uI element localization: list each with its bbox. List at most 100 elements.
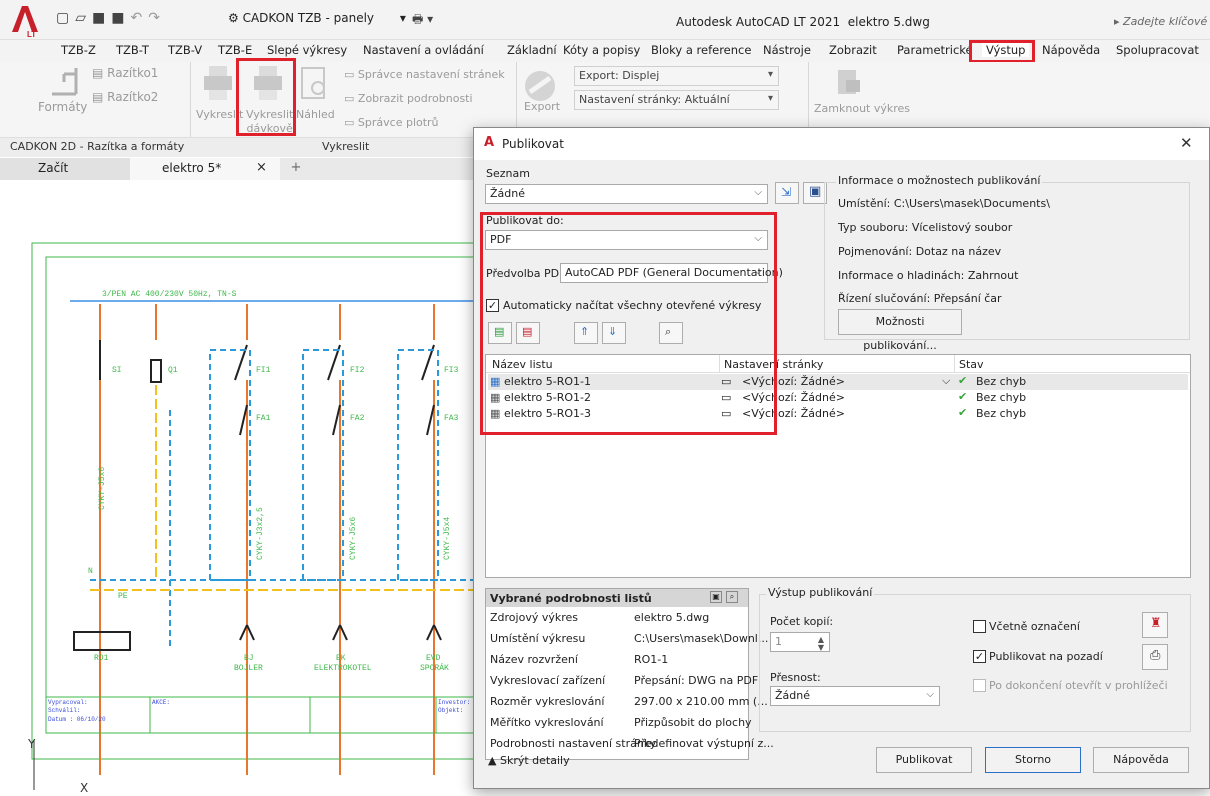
check-icon: ✔: [958, 406, 968, 419]
precision-combo[interactable]: Žádné ⌵: [770, 686, 940, 706]
stamp-investor: Investor:: [438, 699, 470, 706]
col-stav[interactable]: Stav: [959, 358, 984, 371]
hide-details-toggle[interactable]: ▲ Skrýt detaily: [488, 754, 570, 767]
seznam-combo[interactable]: Žádné ⌵: [485, 184, 768, 204]
include-stamp-checkbox[interactable]: [973, 620, 986, 633]
dialog-close-button[interactable]: ✕: [1180, 134, 1193, 152]
tab-koty[interactable]: Kóty a popisy: [563, 43, 640, 57]
tab-elektro5[interactable]: elektro 5* ×: [130, 158, 280, 180]
stamp-akce: AKCE:: [152, 699, 170, 706]
supply-label: 3/PEN AC 400/230V 50Hz, TN-S: [102, 290, 237, 299]
autocad-logo[interactable]: LT: [10, 4, 40, 39]
label-fa2: FA2: [350, 414, 365, 423]
details-preview-icon[interactable]: ⌕: [726, 591, 738, 603]
label-q1: Q1: [168, 366, 178, 375]
razitko2-button[interactable]: ▤ Razítko2: [92, 90, 158, 104]
tab-nastroje[interactable]: Nástroje: [763, 43, 811, 57]
spravce-plotru-button[interactable]: ▭ Správce plotrů: [344, 116, 439, 129]
tab-start[interactable]: Začít: [0, 158, 130, 180]
tab-zakladni[interactable]: Základní: [507, 43, 557, 57]
stamp-settings-button[interactable]: ♜: [1142, 612, 1168, 638]
info-pojmenovani: Pojmenování: Dotaz na název: [838, 245, 1002, 258]
cable-label-1: CYKY-J5x6: [98, 467, 107, 510]
undo-icon[interactable]: ↶: [130, 10, 148, 26]
autocad-logo-icon: A: [484, 135, 495, 150]
frame-inner: [45, 256, 480, 734]
label-ro1: RO1: [94, 654, 109, 663]
gear-icon: ⚙: [228, 11, 239, 25]
panel-title-cadkon: CADKON 2D - Razítka a formáty: [10, 140, 185, 153]
export-file-button[interactable]: ⎙: [1142, 644, 1168, 670]
tab-zobrazit[interactable]: Zobrazit: [829, 43, 877, 57]
load-list-button[interactable]: ⇲: [775, 182, 799, 204]
page-setup-combo[interactable]: Nastavení stránky: Aktuální ▾: [574, 90, 779, 110]
quick-access-toolbar[interactable]: ▢▱■■↶↷: [56, 10, 166, 26]
export-button[interactable]: Export: [524, 100, 560, 113]
cable-label-4: CYKY-J5x4: [443, 517, 452, 560]
chevron-down-icon[interactable]: ⌵: [942, 374, 950, 388]
stamp-schvalil: Schválil:: [48, 707, 80, 714]
label-pe: PE: [118, 592, 128, 601]
razitko1-button[interactable]: ▤ Razítko1: [92, 66, 158, 80]
new-icon[interactable]: ▢: [56, 10, 75, 26]
export-combo[interactable]: Export: Displej ▾: [574, 66, 779, 86]
redo-icon[interactable]: ↷: [148, 10, 166, 26]
details-view-icon[interactable]: ▣: [710, 591, 722, 603]
stamp-datum: Datum : 06/10/20: [48, 716, 106, 723]
tab-tzb-z[interactable]: TZB-Z: [61, 43, 96, 57]
open-viewer-checkbox[interactable]: [973, 679, 986, 692]
tab-tzb-v[interactable]: TZB-V: [168, 43, 202, 57]
cancel-button[interactable]: Storno: [985, 747, 1081, 773]
plot-quick-icon[interactable]: 🖶 ▾: [412, 10, 433, 31]
highlight-vystup-tab: [969, 40, 1035, 63]
label-si: SI: [112, 366, 122, 375]
stamp-objekt: Objekt:: [438, 707, 463, 714]
tab-nastaveni[interactable]: Nastavení a ovládání: [363, 43, 484, 57]
publish-options-button[interactable]: Možnosti publikování...: [838, 309, 962, 352]
open-icon[interactable]: ▱: [75, 10, 92, 26]
cable-label-3: CYKY-J5x6: [349, 517, 358, 560]
chevron-down-icon: ⌵: [926, 689, 934, 700]
tab-tzb-t[interactable]: TZB-T: [116, 43, 149, 57]
detail-value: Přepsání: DWG na PDF: [634, 674, 759, 687]
add-tab-button[interactable]: +: [286, 160, 306, 178]
dialog-title: Publikovat: [502, 137, 564, 151]
tab-bloky[interactable]: Bloky a reference: [651, 43, 751, 57]
help-button[interactable]: Nápověda: [1093, 747, 1189, 773]
detail-key: Zdrojový výkres: [490, 611, 578, 624]
lock-drawing-icon: [834, 66, 864, 100]
seznam-label: Seznam: [486, 167, 530, 180]
ucs-y: Y: [27, 737, 36, 751]
spinner-arrows-icon[interactable]: ▲ ▼: [818, 636, 824, 652]
search-field[interactable]: ▸ Zadejte klíčové slo: [1114, 15, 1210, 28]
spravce-stranek-button[interactable]: ▭ Správce nastavení stránek: [344, 68, 505, 81]
tab-tzb-e[interactable]: TZB-E: [218, 43, 252, 57]
cable-label-2: CYKY-J3x2,5: [256, 507, 265, 560]
workspace-selector[interactable]: ⚙ CADKON TZB - panely ▾: [228, 11, 406, 25]
formaty-button[interactable]: Formáty: [38, 100, 87, 114]
copies-spinner[interactable]: 1 ▲ ▼: [770, 632, 830, 652]
svg-text:LT: LT: [27, 30, 36, 38]
file-export-icon: ⎙: [1150, 648, 1161, 663]
publish-button[interactable]: Publikovat: [876, 747, 972, 773]
zobrazit-podrobnosti-button[interactable]: ▭ Zobrazit podrobnosti: [344, 92, 473, 105]
info-umisteni: Umístění: C:\Users\masek\Documents\: [838, 197, 1050, 210]
label-evd: EVD: [426, 654, 441, 663]
save-icon[interactable]: ■: [92, 10, 111, 26]
label-sporak: SPORÁK: [420, 664, 449, 673]
save-as-icon[interactable]: ■: [111, 10, 130, 26]
tab-napoveda[interactable]: Nápověda: [1042, 43, 1100, 57]
close-icon[interactable]: ×: [256, 160, 267, 175]
zamknout-vykres-button[interactable]: Zamknout výkres: [814, 102, 910, 115]
nahled-button[interactable]: Náhled: [296, 108, 335, 121]
background-publish-label: Publikovat na pozadí: [989, 650, 1103, 663]
preview-icon: [300, 66, 330, 102]
background-publish-checkbox[interactable]: ✓: [973, 650, 986, 663]
formaty-icon: [44, 64, 84, 98]
tab-spolupracovat[interactable]: Spolupracovat: [1116, 43, 1199, 57]
plot-icon: [200, 64, 236, 104]
tab-parametricke[interactable]: Parametrické: [897, 43, 973, 57]
tab-slepe-vykresy[interactable]: Slepé výkresy: [267, 43, 347, 57]
detail-value: RO1-1: [634, 653, 669, 666]
check-icon: ✔: [958, 390, 968, 403]
